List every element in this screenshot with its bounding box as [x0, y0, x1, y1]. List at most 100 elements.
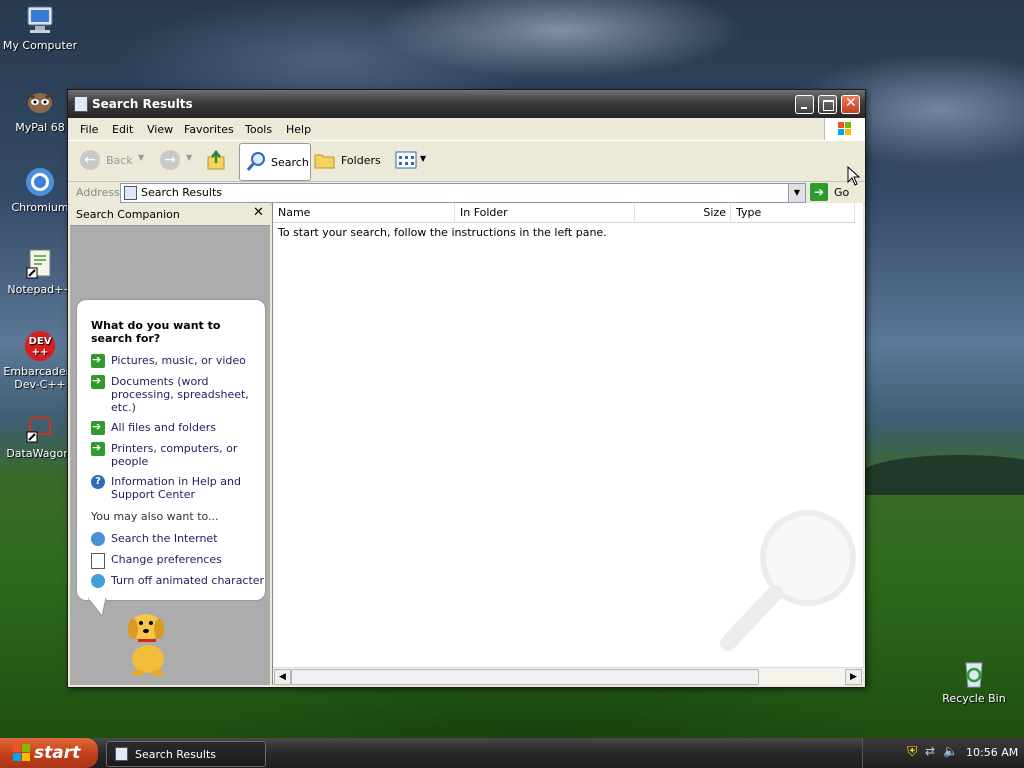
search-dog-icon[interactable]: [118, 607, 178, 679]
go-label: Go: [834, 186, 850, 199]
folder-icon: [314, 154, 335, 169]
chevron-down-icon: ▼: [420, 154, 427, 163]
scroll-right-button[interactable]: ▶: [845, 669, 862, 685]
maximize-icon: [823, 100, 834, 111]
arrow-icon: [91, 420, 105, 435]
forward-arrow-icon: →: [160, 150, 180, 170]
up-folder-icon: [207, 149, 225, 170]
search-results-icon: [115, 747, 128, 761]
column-header-in-folder[interactable]: In Folder: [455, 203, 635, 223]
menu-help[interactable]: Help: [286, 123, 311, 136]
option-help-center[interactable]: Information in Help and Support Center: [111, 475, 241, 501]
desktop-icon-recycle-bin[interactable]: Recycle Bin: [934, 657, 1014, 705]
horizontal-scrollbar[interactable]: ◀ ▶: [273, 667, 863, 685]
option-documents[interactable]: Documents (word processing, spreadsheet,…: [111, 375, 251, 414]
scroll-left-button[interactable]: ◀: [274, 669, 291, 685]
window-title: Search Results: [92, 97, 193, 111]
back-arrow-icon: ←: [80, 150, 100, 170]
up-folder-button[interactable]: [206, 149, 228, 173]
desktop: My Computer MyPal 68 Chromium Notepad++ …: [0, 0, 1024, 768]
forward-button[interactable]: → ▼: [158, 149, 196, 173]
arrow-icon: [91, 353, 105, 368]
option-change-preferences[interactable]: Change preferences: [111, 553, 222, 566]
minimize-button[interactable]: [795, 95, 814, 114]
mypal-icon: [24, 86, 56, 118]
folders-button[interactable]: Folders: [314, 149, 381, 173]
devcpp-icon: DEV ++: [24, 330, 56, 362]
folders-label: Folders: [341, 154, 381, 167]
chevron-down-icon: ▼: [186, 153, 193, 162]
taskbar-task-search-results[interactable]: Search Results: [106, 741, 266, 767]
address-input[interactable]: Search Results ▼: [120, 183, 806, 203]
address-dropdown-button[interactable]: ▼: [788, 184, 805, 202]
option-pictures[interactable]: Pictures, music, or video: [111, 354, 259, 367]
column-header-size[interactable]: Size: [635, 203, 731, 223]
option-printers[interactable]: Printers, computers, or people: [111, 442, 241, 468]
close-pane-icon[interactable]: ✕: [253, 205, 264, 220]
title-bar[interactable]: Search Results ✕: [68, 90, 865, 118]
start-label: start: [34, 743, 81, 763]
notepadpp-icon: [24, 248, 56, 280]
desktop-icon-label: My Computer: [2, 39, 78, 52]
also-label: You may also want to...: [91, 510, 219, 523]
volume-icon[interactable]: 🔈: [943, 744, 958, 758]
window-icon: [74, 96, 88, 112]
start-button[interactable]: start: [0, 738, 98, 768]
character-icon: [91, 574, 105, 588]
search-companion-bubble: What do you want to search for? Pictures…: [76, 299, 266, 601]
menu-tools[interactable]: Tools: [245, 123, 272, 136]
search-companion-pane: Search Companion ✕ What do you want to s…: [70, 203, 270, 685]
menu-favorites[interactable]: Favorites: [184, 123, 234, 136]
search-button[interactable]: Search: [239, 143, 311, 181]
back-label: Back: [106, 154, 133, 167]
computer-icon: [24, 4, 56, 36]
menu-view[interactable]: View: [147, 123, 173, 136]
menu-edit[interactable]: Edit: [112, 123, 133, 136]
option-all-files[interactable]: All files and folders: [111, 421, 259, 434]
close-icon: ✕: [845, 95, 857, 111]
globe-search-icon: [91, 532, 105, 546]
search-label: Search: [271, 156, 309, 169]
option-search-internet[interactable]: Search the Internet: [111, 532, 218, 545]
option-turn-off-character[interactable]: Turn off animated character: [111, 574, 264, 587]
clock[interactable]: 10:56 AM: [966, 746, 1018, 759]
windows-flag-icon: [13, 744, 30, 761]
search-companion-title: Search Companion: [76, 208, 180, 221]
search-companion-header: Search Companion ✕: [70, 203, 270, 226]
chevron-down-icon: ▼: [138, 153, 145, 162]
preferences-icon: [91, 553, 105, 569]
views-button[interactable]: ▼: [394, 149, 430, 173]
results-pane: Name In Folder Size Type To start your s…: [272, 203, 863, 685]
go-arrow-icon: ➔: [810, 183, 828, 201]
search-results-window: Search Results ✕ File Edit View Favorite…: [67, 89, 866, 688]
desktop-icon-label: Recycle Bin: [942, 692, 1006, 705]
results-message: To start your search, follow the instruc…: [278, 226, 607, 239]
network-icon[interactable]: ⇄: [925, 744, 935, 758]
arrow-icon: [91, 441, 105, 456]
svg-text:++: ++: [32, 347, 49, 358]
close-button[interactable]: ✕: [841, 95, 860, 114]
scroll-thumb[interactable]: [291, 669, 759, 685]
desktop-icon-my-computer[interactable]: My Computer: [0, 4, 80, 52]
back-button[interactable]: ← Back ▼: [78, 149, 146, 173]
menu-bar: File Edit View Favorites Tools Help: [68, 118, 865, 141]
column-header-name[interactable]: Name: [273, 203, 455, 223]
address-label: Address: [76, 186, 120, 199]
search-results-icon: [124, 186, 137, 200]
datawagon-icon: [24, 412, 56, 444]
help-icon: ?: [91, 475, 105, 489]
address-value: Search Results: [141, 186, 223, 199]
column-header-type[interactable]: Type: [731, 203, 855, 223]
maximize-button[interactable]: [818, 95, 837, 114]
views-icon: [395, 151, 417, 169]
bubble-tail: [88, 598, 107, 618]
menu-file[interactable]: File: [80, 123, 98, 136]
search-icon: [246, 152, 265, 171]
security-shield-icon[interactable]: ⛨: [907, 744, 918, 760]
recycle-bin-icon: [958, 657, 990, 689]
task-label: Search Results: [135, 748, 217, 761]
address-bar: Address Search Results ▼ ➔ Go: [68, 182, 865, 205]
minimize-icon: [801, 107, 807, 109]
chromium-icon: [24, 166, 56, 198]
desktop-hill: [860, 455, 1024, 495]
